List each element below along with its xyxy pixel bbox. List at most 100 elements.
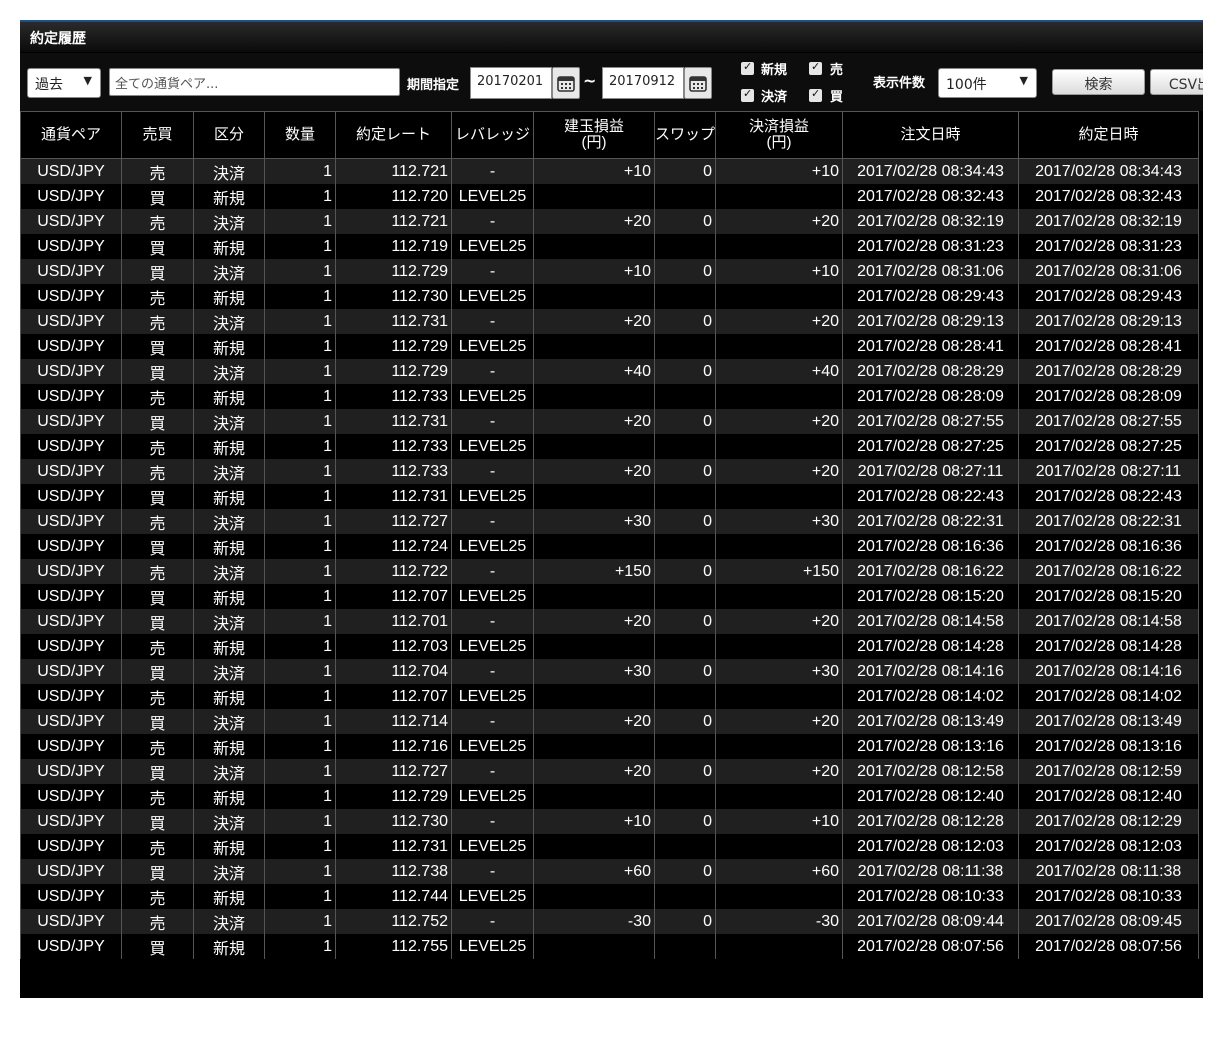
cell-quantity: 1	[264, 309, 336, 334]
cell-leverage: LEVEL25	[451, 634, 534, 659]
column-header-position-pl[interactable]: 建玉損益 (円)	[533, 111, 655, 159]
table-row: USD/JPY 売決済 1 112.721- +20 0 +20 2017/02/28 08:…	[20, 209, 1199, 234]
cell-type: 決済	[193, 759, 265, 784]
cell-leverage: -	[451, 259, 534, 284]
csv-export-button[interactable]: CSV出	[1150, 69, 1203, 95]
cell-quantity: 1	[264, 934, 336, 959]
column-header-type[interactable]: 区分	[193, 111, 265, 159]
cell-rate: 112.755	[335, 934, 452, 959]
cell-pair: USD/JPY	[20, 584, 122, 609]
cell-settled-pl: +20	[715, 459, 843, 484]
cell-side: 売	[121, 559, 194, 584]
cell-type: 決済	[193, 859, 265, 884]
table-row: USD/JPY 売新規 1 112.731 LEVEL25 2017/02/28 08:1…	[20, 834, 1199, 859]
cell-side: 買	[121, 609, 194, 634]
cell-swap	[654, 234, 716, 259]
table-row: USD/JPY 買新規 1 112.731 LEVEL25 2017/02/28 08:2…	[20, 484, 1199, 509]
cell-position-pl: +20	[533, 409, 655, 434]
cell-type: 決済	[193, 609, 265, 634]
table-row: USD/JPY 買決済 1 112.729- +40 0 +40 2017/02/28 08:…	[20, 359, 1199, 384]
cell-type: 決済	[193, 559, 265, 584]
new-checkbox[interactable]	[741, 60, 754, 75]
currency-pair-input[interactable]: 全ての通貨ペア...	[109, 68, 400, 96]
cell-pair: USD/JPY	[20, 784, 122, 809]
cell-side: 売	[121, 509, 194, 534]
cell-pair: USD/JPY	[20, 559, 122, 584]
cell-position-pl: +60	[533, 859, 655, 884]
cell-leverage: -	[451, 309, 534, 334]
cell-leverage: LEVEL25	[451, 684, 534, 709]
cell-order-time: 2017/02/28 08:31:06	[842, 259, 1019, 284]
cell-order-time: 2017/02/28 08:14:28	[842, 634, 1019, 659]
cell-type: 新規	[193, 884, 265, 909]
cell-type: 決済	[193, 158, 265, 184]
table-row: USD/JPY 売決済 1 112.731- +20 0 +20 2017/02/28 08:…	[20, 309, 1199, 334]
cell-side: 買	[121, 584, 194, 609]
cell-rate: 112.722	[335, 559, 452, 584]
cell-exec-time: 2017/02/28 08:11:38	[1018, 859, 1199, 884]
column-header-exec-time[interactable]: 約定日時	[1018, 111, 1199, 159]
cell-order-time: 2017/02/28 08:34:43	[842, 158, 1019, 184]
column-header-settled-pl[interactable]: 決済損益 (円)	[715, 111, 843, 159]
cell-settled-pl	[715, 334, 843, 359]
cell-settled-pl: +20	[715, 759, 843, 784]
cell-leverage: LEVEL25	[451, 934, 534, 959]
period-type-select[interactable]: 過去 ▼	[27, 68, 101, 98]
search-button[interactable]: 検索	[1052, 69, 1145, 95]
table-row: USD/JPY 買決済 1 112.727- +20 0 +20 2017/02/28 08:…	[20, 759, 1199, 784]
date-from-calendar-button[interactable]	[552, 67, 580, 99]
cell-rate: 112.733	[335, 384, 452, 409]
cell-type: 決済	[193, 409, 265, 434]
table-header-row: 通貨ペア 売買 区分 数量 約定レート レバレッジ 建玉損益 (円) スワップ …	[20, 111, 1199, 159]
cell-leverage: LEVEL25	[451, 534, 534, 559]
cell-pair: USD/JPY	[20, 484, 122, 509]
cell-quantity: 1	[264, 158, 336, 184]
date-from-input[interactable]: 20170201	[470, 67, 552, 99]
cell-side: 買	[121, 259, 194, 284]
cell-leverage: -	[451, 559, 534, 584]
cell-quantity: 1	[264, 559, 336, 584]
cell-leverage: LEVEL25	[451, 434, 534, 459]
cell-quantity: 1	[264, 909, 336, 934]
settle-checkbox[interactable]	[741, 87, 754, 102]
cell-quantity: 1	[264, 234, 336, 259]
column-header-quantity[interactable]: 数量	[264, 111, 336, 159]
cell-exec-time: 2017/02/28 08:31:23	[1018, 234, 1199, 259]
date-to-calendar-button[interactable]	[684, 67, 712, 99]
cell-exec-time: 2017/02/28 08:16:22	[1018, 559, 1199, 584]
column-header-pair[interactable]: 通貨ペア	[20, 111, 122, 159]
cell-settled-pl	[715, 784, 843, 809]
column-header-swap[interactable]: スワップ	[654, 111, 716, 159]
cell-swap: 0	[654, 759, 716, 784]
column-header-order-time[interactable]: 注文日時	[842, 111, 1019, 159]
display-count-select[interactable]: 100件 ▼	[938, 68, 1037, 98]
cell-quantity: 1	[264, 584, 336, 609]
cell-pair: USD/JPY	[20, 259, 122, 284]
cell-order-time: 2017/02/28 08:29:43	[842, 284, 1019, 309]
cell-settled-pl: +10	[715, 259, 843, 284]
sell-checkbox[interactable]	[809, 60, 822, 75]
chevron-down-icon: ▼	[1019, 74, 1028, 87]
date-to-input[interactable]: 20170912	[602, 67, 684, 99]
column-header-leverage[interactable]: レバレッジ	[451, 111, 534, 159]
cell-exec-time: 2017/02/28 08:28:41	[1018, 334, 1199, 359]
cell-position-pl	[533, 484, 655, 509]
cell-settled-pl: -30	[715, 909, 843, 934]
column-header-side[interactable]: 売買	[121, 111, 194, 159]
cell-settled-pl: +20	[715, 209, 843, 234]
cell-type: 新規	[193, 434, 265, 459]
cell-order-time: 2017/02/28 08:12:40	[842, 784, 1019, 809]
table-row: USD/JPY 買新規 1 112.724 LEVEL25 2017/02/28 08:1…	[20, 534, 1199, 559]
cell-quantity: 1	[264, 459, 336, 484]
cell-pair: USD/JPY	[20, 359, 122, 384]
column-header-rate[interactable]: 約定レート	[335, 111, 452, 159]
cell-side: 売	[121, 784, 194, 809]
cell-exec-time: 2017/02/28 08:28:09	[1018, 384, 1199, 409]
buy-checkbox[interactable]	[809, 87, 822, 102]
settle-checkbox-label: 決済	[761, 90, 788, 105]
cell-pair: USD/JPY	[20, 384, 122, 409]
cell-type: 新規	[193, 284, 265, 309]
cell-rate: 112.730	[335, 284, 452, 309]
cell-leverage: LEVEL25	[451, 784, 534, 809]
cell-pair: USD/JPY	[20, 884, 122, 909]
